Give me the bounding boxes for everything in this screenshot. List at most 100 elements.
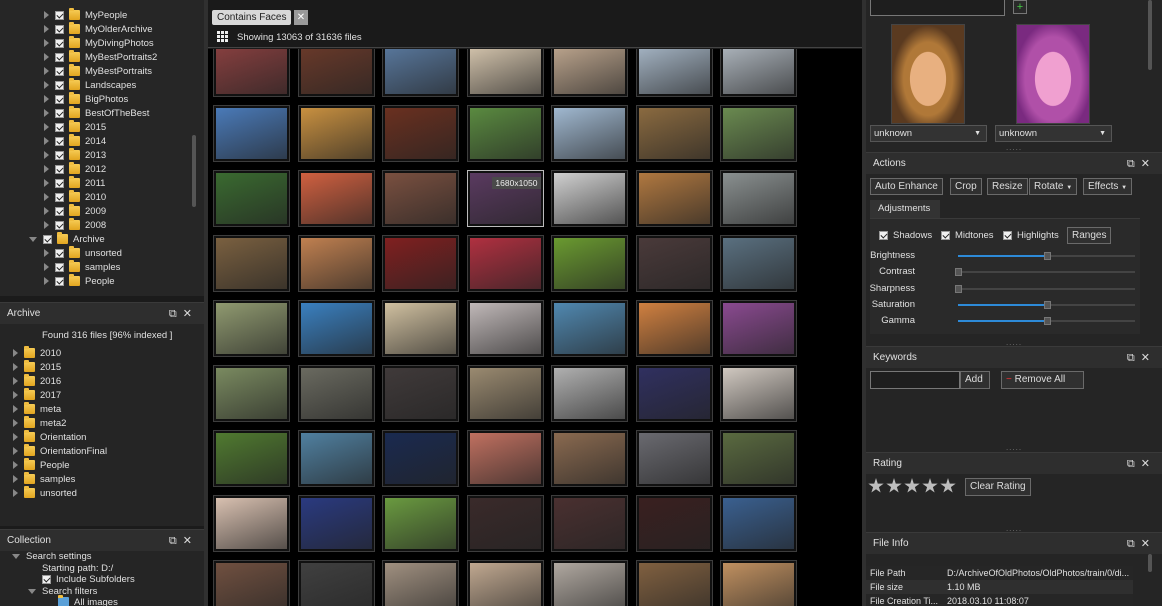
photo-thumbnail[interactable] bbox=[635, 495, 713, 552]
photo-thumbnail[interactable] bbox=[382, 495, 459, 552]
filter-chip-close-icon[interactable]: ✕ bbox=[294, 10, 308, 25]
folder-checkbox[interactable] bbox=[55, 262, 64, 272]
expand-arrow-icon[interactable] bbox=[44, 221, 49, 230]
close-icon[interactable]: ✕ bbox=[1141, 158, 1156, 170]
photo-thumbnail[interactable] bbox=[635, 49, 713, 97]
expand-arrow-icon[interactable] bbox=[13, 363, 18, 372]
photo-thumbnail[interactable] bbox=[382, 365, 459, 422]
photo-thumbnail[interactable] bbox=[382, 300, 459, 357]
expand-arrow-icon[interactable] bbox=[44, 11, 49, 20]
photo-thumbnail[interactable] bbox=[551, 49, 628, 97]
close-icon[interactable]: ✕ bbox=[1141, 458, 1156, 470]
photo-thumbnail[interactable] bbox=[382, 430, 459, 487]
expand-arrow-icon[interactable] bbox=[44, 95, 49, 104]
photo-thumbnail[interactable] bbox=[297, 365, 375, 422]
star-icon-5[interactable] bbox=[940, 478, 956, 493]
float-icon[interactable]: ⧉ bbox=[1127, 538, 1141, 550]
folder-checkbox[interactable] bbox=[55, 150, 64, 160]
slider-thumb[interactable] bbox=[1043, 317, 1051, 326]
photo-thumbnail[interactable] bbox=[297, 170, 375, 227]
expand-arrow-icon[interactable] bbox=[44, 67, 49, 76]
archive-folder-item[interactable]: People bbox=[13, 458, 70, 473]
slider-track[interactable] bbox=[958, 252, 1135, 260]
photo-thumbnail[interactable] bbox=[466, 49, 544, 97]
expand-arrow-icon[interactable] bbox=[44, 53, 49, 62]
slider-thumb[interactable] bbox=[1043, 300, 1051, 309]
photo-thumbnail[interactable] bbox=[382, 170, 459, 227]
folder-checkbox[interactable] bbox=[55, 136, 64, 146]
expand-arrow-icon[interactable] bbox=[44, 81, 49, 90]
photo-thumbnail[interactable] bbox=[720, 235, 797, 292]
photo-thumbnail[interactable] bbox=[213, 430, 290, 487]
highlights-option[interactable]: Highlights bbox=[1003, 229, 1059, 243]
archive-folder-item[interactable]: OrientationFinal bbox=[13, 444, 107, 459]
float-icon[interactable]: ⧉ bbox=[169, 308, 183, 320]
photo-thumbnail[interactable] bbox=[635, 365, 713, 422]
expand-arrow-icon[interactable] bbox=[28, 588, 36, 594]
shadows-option[interactable]: Shadows bbox=[879, 229, 932, 243]
close-icon[interactable]: ✕ bbox=[1141, 538, 1156, 550]
photo-thumbnail[interactable] bbox=[635, 560, 713, 606]
photo-thumbnail[interactable] bbox=[720, 170, 797, 227]
photo-thumbnail[interactable] bbox=[297, 105, 375, 162]
crop-button[interactable]: Crop bbox=[950, 178, 982, 195]
photo-thumbnail[interactable] bbox=[213, 300, 290, 357]
face-name-input[interactable] bbox=[870, 0, 1005, 16]
photo-thumbnail[interactable] bbox=[720, 430, 797, 487]
expand-arrow-icon[interactable] bbox=[44, 193, 49, 202]
folder-tree-item[interactable]: 2008 bbox=[44, 218, 106, 233]
folder-checkbox[interactable] bbox=[43, 234, 52, 244]
expand-arrow-icon[interactable] bbox=[44, 165, 49, 174]
expand-arrow-icon[interactable] bbox=[44, 25, 49, 34]
remove-all-keywords-button[interactable]: − Remove All bbox=[1001, 371, 1084, 389]
photo-thumbnail[interactable] bbox=[551, 495, 628, 552]
expand-arrow-icon[interactable] bbox=[44, 207, 49, 216]
keyword-input[interactable] bbox=[870, 371, 960, 389]
close-icon[interactable]: ✕ bbox=[1141, 352, 1156, 364]
grid-view-icon[interactable] bbox=[217, 31, 228, 42]
resize-button[interactable]: Resize bbox=[987, 178, 1028, 195]
folder-tree-item[interactable]: 2013 bbox=[44, 148, 106, 163]
archive-folder-item[interactable]: meta bbox=[13, 402, 61, 417]
star-icon-4[interactable] bbox=[922, 478, 938, 493]
folder-checkbox[interactable] bbox=[55, 94, 64, 104]
photo-thumbnail[interactable] bbox=[213, 235, 290, 292]
photo-thumbnail[interactable] bbox=[382, 49, 459, 97]
float-icon[interactable]: ⧉ bbox=[169, 535, 183, 547]
midtones-option[interactable]: Midtones bbox=[941, 229, 994, 243]
effects-button[interactable]: Effects ▼ bbox=[1083, 178, 1133, 195]
face-thumbnail-2[interactable] bbox=[1016, 24, 1090, 124]
folder-tree-item[interactable]: Landscapes bbox=[44, 78, 136, 93]
slider-thumb[interactable] bbox=[955, 284, 962, 293]
photo-thumbnail[interactable] bbox=[382, 560, 459, 606]
slider-track[interactable] bbox=[955, 268, 1135, 277]
photo-thumbnail[interactable] bbox=[551, 300, 628, 357]
folder-tree-item[interactable]: 2011 bbox=[44, 176, 105, 191]
photo-thumbnail[interactable] bbox=[551, 170, 628, 227]
photo-thumbnail[interactable] bbox=[720, 495, 797, 552]
expand-arrow-icon[interactable] bbox=[13, 475, 18, 484]
archive-folder-item[interactable]: 2017 bbox=[13, 388, 61, 403]
photo-thumbnail[interactable] bbox=[466, 560, 544, 606]
photo-thumbnail[interactable] bbox=[297, 300, 375, 357]
photo-thumbnail[interactable] bbox=[551, 430, 628, 487]
shadows-checkbox[interactable] bbox=[879, 230, 888, 240]
folder-tree-item[interactable]: Archive bbox=[29, 232, 105, 247]
photo-thumbnail[interactable] bbox=[635, 430, 713, 487]
photo-thumbnail[interactable] bbox=[382, 105, 459, 162]
face-label-dropdown-1[interactable]: unknown ▼ bbox=[870, 125, 987, 142]
photo-thumbnail[interactable] bbox=[720, 365, 797, 422]
archive-folder-item[interactable]: samples bbox=[13, 472, 75, 487]
photo-thumbnail[interactable] bbox=[720, 560, 797, 606]
float-icon[interactable]: ⧉ bbox=[1127, 458, 1141, 470]
star-icon-1[interactable] bbox=[868, 478, 884, 493]
archive-folder-item[interactable]: 2016 bbox=[13, 374, 61, 389]
close-icon[interactable]: ✕ bbox=[183, 308, 198, 320]
float-icon[interactable]: ⧉ bbox=[1127, 158, 1141, 170]
folder-tree-item[interactable]: samples bbox=[44, 260, 120, 275]
photo-thumbnail[interactable] bbox=[297, 49, 375, 97]
faces-scrollbar[interactable] bbox=[1148, 0, 1152, 70]
expand-arrow-icon[interactable] bbox=[44, 263, 49, 272]
photo-thumbnail[interactable] bbox=[466, 365, 544, 422]
folder-checkbox[interactable] bbox=[55, 38, 64, 48]
